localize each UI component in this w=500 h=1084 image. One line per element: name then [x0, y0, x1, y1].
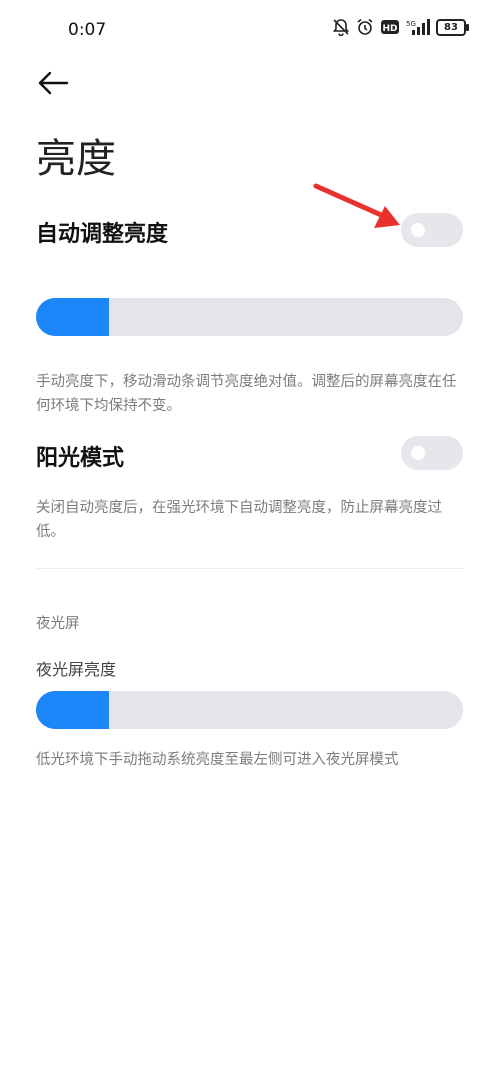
manual-brightness-description: 手动亮度下，移动滑动条调节亮度绝对值。调整后的屏幕亮度在任何环境下均保持不变。: [36, 374, 457, 414]
hd-icon: HD: [381, 20, 399, 34]
battery-icon: 83: [436, 18, 469, 36]
night-screen-description: 低光环境下手动拖动系统亮度至最左侧可进入夜光屏模式: [36, 752, 399, 768]
alarm-icon: [357, 18, 373, 35]
night-screen-brightness-label: 夜光屏亮度: [36, 660, 117, 679]
status-bar: 0:07 HD 5G 83: [0, 0, 500, 60]
svg-text:HD: HD: [382, 24, 397, 34]
toggle-knob: [411, 446, 425, 460]
night-screen-slider-fill: [36, 691, 109, 729]
sunlight-mode-description: 关闭自动亮度后，在强光环境下自动调整亮度，防止屏幕亮度过低。: [36, 500, 442, 540]
sunlight-mode-toggle[interactable]: [401, 436, 463, 470]
mute-bell-icon: [332, 19, 350, 36]
night-screen-brightness-slider[interactable]: [36, 691, 463, 729]
sunlight-mode-label: 阳光模式: [36, 446, 125, 471]
back-arrow-icon[interactable]: [36, 66, 70, 100]
status-time: 0:07: [68, 20, 107, 40]
status-icons: HD 5G 83: [332, 18, 469, 36]
page-title: 亮度: [36, 136, 116, 182]
brightness-slider-fill: [36, 298, 109, 336]
auto-brightness-label: 自动调整亮度: [36, 222, 169, 247]
auto-brightness-toggle[interactable]: [401, 213, 463, 247]
battery-level: 83: [444, 21, 458, 33]
toggle-knob: [411, 223, 425, 237]
annotation-arrow-icon: [313, 183, 400, 228]
svg-text:5G: 5G: [406, 20, 416, 28]
5g-signal-icon: 5G: [406, 19, 430, 35]
brightness-slider[interactable]: [36, 298, 463, 336]
section-divider: [36, 568, 464, 569]
night-screen-section-title: 夜光屏: [36, 616, 80, 632]
